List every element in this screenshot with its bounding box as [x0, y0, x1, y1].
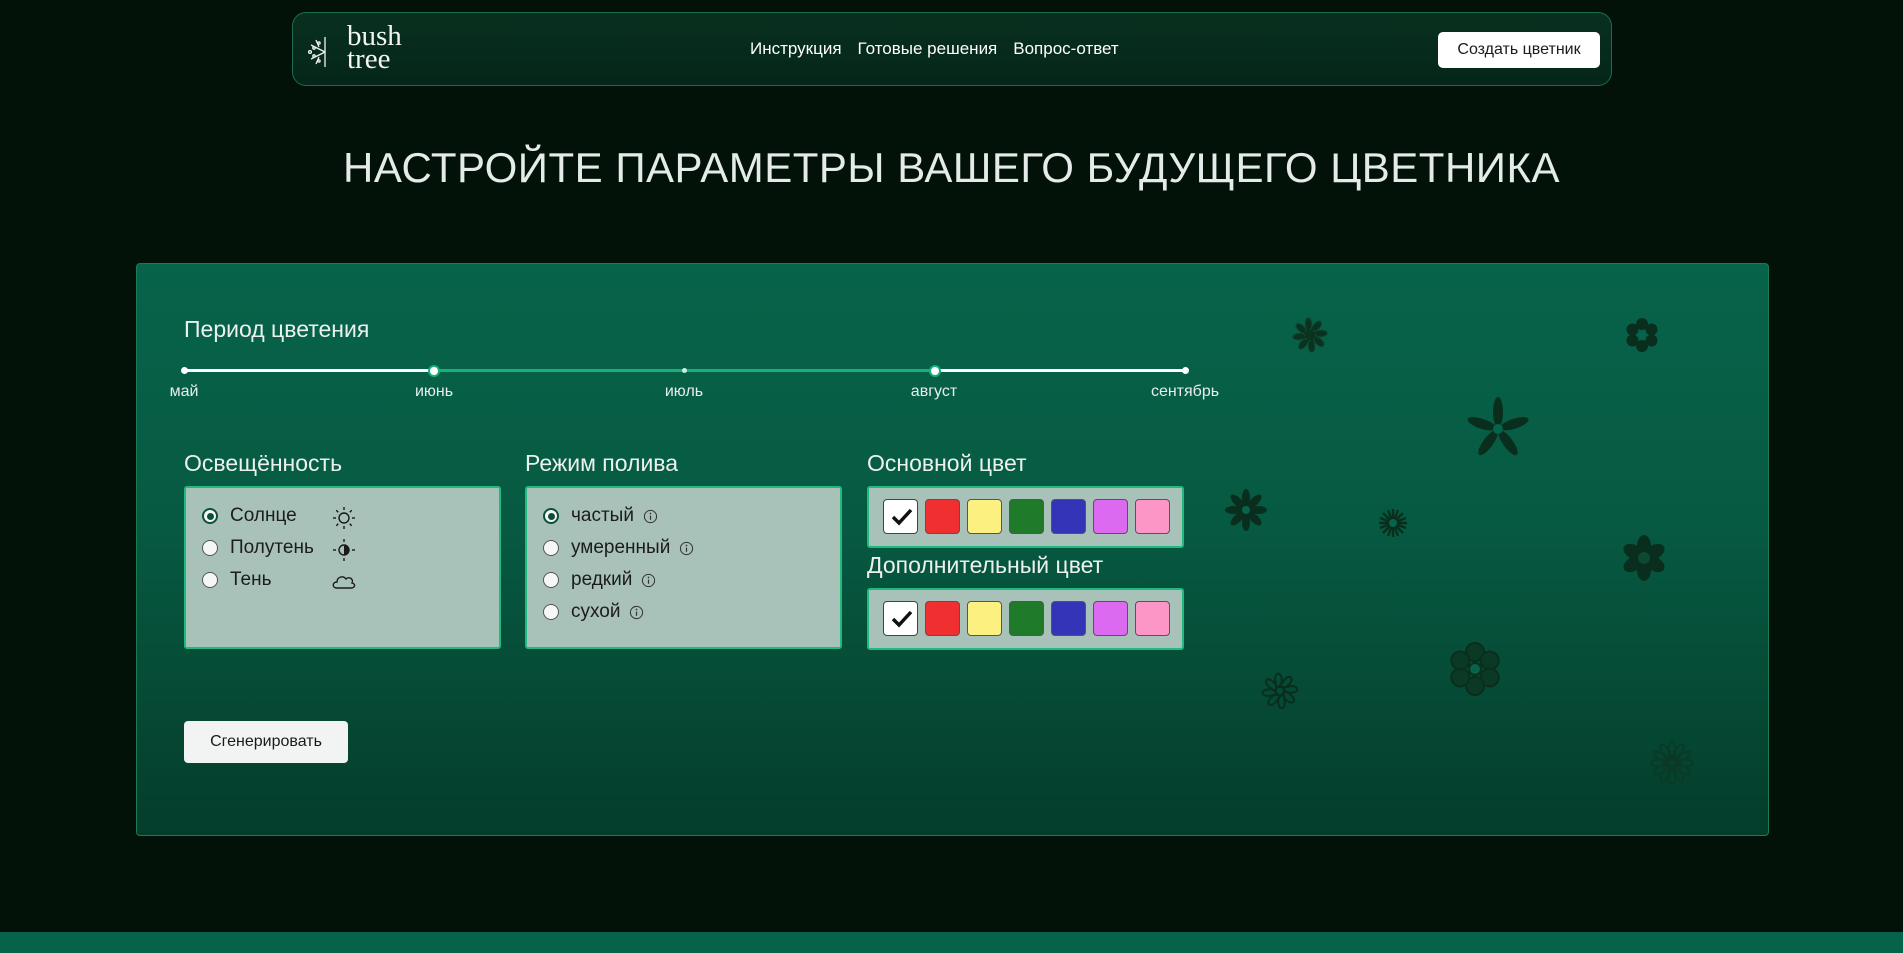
- slider-tick-september: [1182, 367, 1189, 374]
- flower-decoration-icon: [1379, 509, 1407, 537]
- cloud-icon: [332, 576, 356, 589]
- watering-option-rare[interactable]: редкий: [543, 569, 656, 591]
- lighting-option-sun[interactable]: Солнце: [202, 505, 297, 527]
- slider-tick-may: [181, 367, 188, 374]
- radio-selected[interactable]: [202, 508, 218, 524]
- watering-option-moderate[interactable]: умеренный: [543, 537, 694, 559]
- watering-label-frequent: частый: [571, 505, 634, 526]
- slider-track-left: [184, 369, 434, 372]
- create-flowerbed-button[interactable]: Создать цветник: [1438, 32, 1600, 68]
- half-sun-icon: [333, 539, 355, 561]
- slider-tick-july: [682, 368, 687, 373]
- swatch-violet[interactable]: [1093, 499, 1128, 534]
- flower-decoration-icon: [1450, 642, 1500, 696]
- lighting-option-partial-shade[interactable]: Полутень: [202, 537, 314, 559]
- bloom-period-slider[interactable]: [181, 364, 1189, 378]
- main-color-swatches: [867, 486, 1184, 548]
- extra-color-title: Дополнительный цвет: [867, 552, 1104, 578]
- lighting-options: Солнце Полутень Тень: [184, 486, 501, 649]
- nav-link-faq[interactable]: Вопрос-ответ: [1013, 39, 1118, 59]
- radio-unselected[interactable]: [543, 572, 559, 588]
- main-color-title: Основной цвет: [867, 450, 1027, 476]
- month-label-september: сентябрь: [1150, 383, 1220, 400]
- month-label-june: июнь: [414, 383, 454, 400]
- page-title: НАСТРОЙТЕ ПАРАМЕТРЫ ВАШЕГО БУДУЩЕГО ЦВЕТ…: [343, 144, 1560, 191]
- swatch-red[interactable]: [925, 601, 960, 636]
- logo-wordmark: bush tree: [347, 22, 402, 74]
- watering-option-dry[interactable]: сухой: [543, 601, 644, 623]
- swatch-pink[interactable]: [1135, 601, 1170, 636]
- nav-link-instruction[interactable]: Инструкция: [750, 39, 842, 59]
- watering-title: Режим полива: [525, 450, 679, 476]
- info-icon[interactable]: [629, 605, 644, 620]
- checkmark-icon: [891, 610, 913, 628]
- lighting-label-partial-shade: Полутень: [230, 537, 314, 558]
- info-icon[interactable]: [641, 573, 656, 588]
- swatch-violet[interactable]: [1093, 601, 1128, 636]
- extra-color-swatches: [867, 588, 1184, 650]
- month-label-may: май: [169, 383, 199, 400]
- flower-decoration-icon: [1623, 535, 1665, 581]
- watering-option-frequent[interactable]: частый: [543, 505, 658, 527]
- swatch-pink[interactable]: [1135, 499, 1170, 534]
- main-nav: Инструкция Готовые решения Вопрос-ответ: [750, 39, 1119, 59]
- generate-button[interactable]: Сгенерировать: [184, 721, 348, 763]
- lighting-label-sun: Солнце: [230, 505, 297, 526]
- slider-handle-start[interactable]: [428, 365, 440, 377]
- radio-unselected[interactable]: [202, 540, 218, 556]
- lighting-option-shade[interactable]: Тень: [202, 569, 272, 591]
- logo[interactable]: bush tree: [305, 22, 415, 75]
- swatch-blue[interactable]: [1051, 499, 1086, 534]
- radio-unselected[interactable]: [543, 540, 559, 556]
- lighting-title: Освещённость: [184, 450, 343, 476]
- swatch-green[interactable]: [1009, 499, 1044, 534]
- month-label-august: август: [910, 383, 958, 400]
- radio-unselected[interactable]: [543, 604, 559, 620]
- flower-decoration-icon: [1292, 317, 1328, 353]
- swatch-white[interactable]: [883, 499, 918, 534]
- radio-selected[interactable]: [543, 508, 559, 524]
- slider-track-right: [935, 369, 1185, 372]
- swatch-yellow[interactable]: [967, 601, 1002, 636]
- flower-decoration-icon: [1467, 397, 1529, 456]
- watering-label-rare: редкий: [571, 569, 633, 590]
- sun-icon: [333, 507, 355, 529]
- radio-unselected[interactable]: [202, 572, 218, 588]
- flower-decoration-icon: [1626, 318, 1658, 352]
- swatch-red[interactable]: [925, 499, 960, 534]
- lighting-label-shade: Тень: [230, 569, 272, 590]
- swatch-white[interactable]: [883, 601, 918, 636]
- flower-decoration-icon: [1225, 489, 1267, 531]
- snowflake-tree-icon: [307, 37, 326, 67]
- flower-decoration-icon: [1650, 741, 1694, 785]
- footer: [0, 932, 1903, 953]
- swatch-yellow[interactable]: [967, 499, 1002, 534]
- flower-decoration-icon: [1261, 672, 1299, 710]
- watering-options: частый умеренный редкий сухой: [525, 486, 842, 649]
- slider-handle-end[interactable]: [929, 365, 941, 377]
- top-navbar: bush tree Инструкция Готовые решения Воп…: [292, 12, 1612, 86]
- bloom-period-title: Период цветения: [184, 316, 370, 342]
- info-icon[interactable]: [643, 509, 658, 524]
- month-label-july: июль: [664, 383, 704, 400]
- watering-label-dry: сухой: [571, 601, 621, 622]
- info-icon[interactable]: [679, 541, 694, 556]
- swatch-green[interactable]: [1009, 601, 1044, 636]
- checkmark-icon: [891, 508, 913, 526]
- swatch-blue[interactable]: [1051, 601, 1086, 636]
- nav-link-ready-solutions[interactable]: Готовые решения: [858, 39, 998, 59]
- watering-label-moderate: умеренный: [571, 537, 671, 558]
